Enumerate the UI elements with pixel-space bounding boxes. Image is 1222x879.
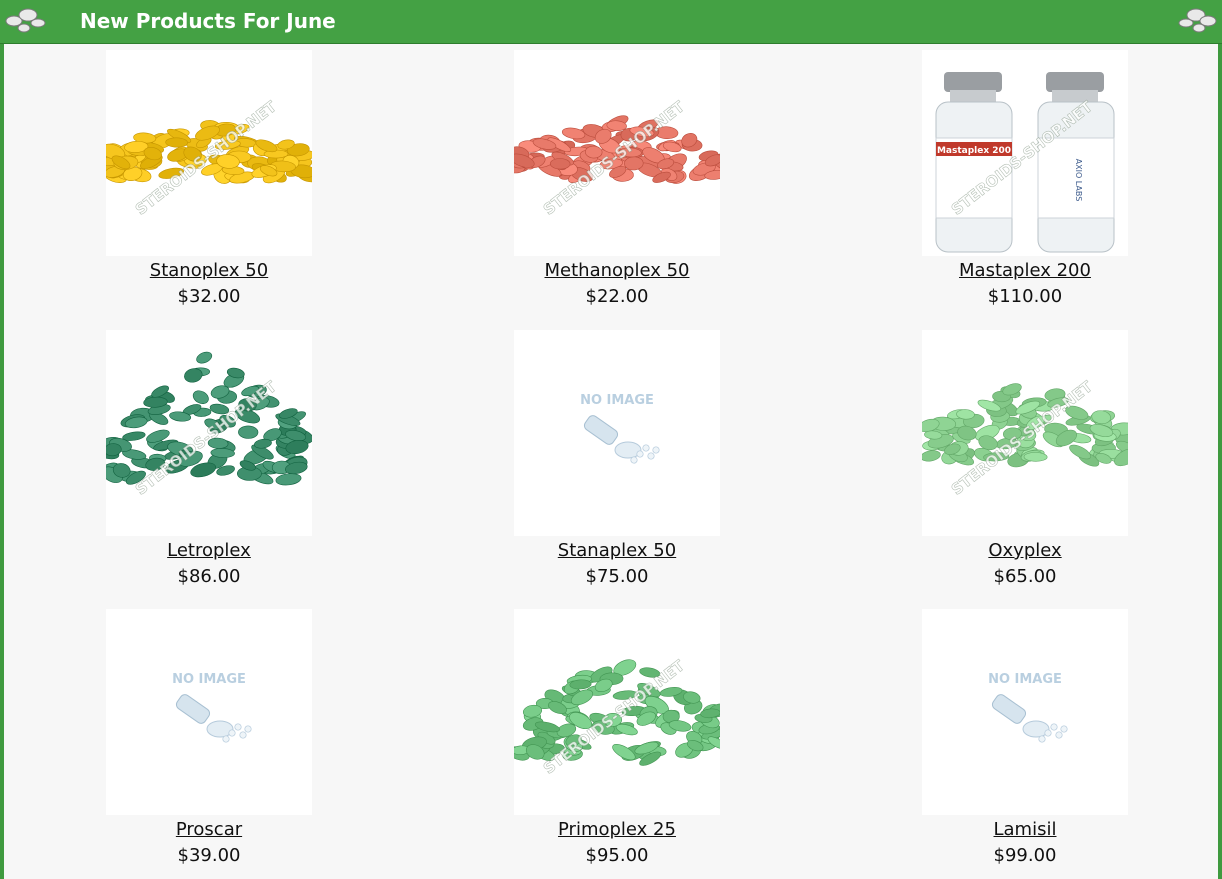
svg-text:NO IMAGE: NO IMAGE — [988, 672, 1062, 687]
product-image[interactable]: STEROIDS-SHOP.NET — [106, 50, 312, 256]
svg-text:AXIO LABS: AXIO LABS — [1074, 159, 1083, 202]
product-image[interactable]: Mastaplex 200AXIO LABSSTEROIDS-SHOP.NET — [922, 50, 1128, 256]
product-name-link[interactable]: Mastaplex 200 — [835, 258, 1215, 284]
product-image[interactable]: NO IMAGE — [922, 609, 1128, 815]
product-card: Mastaplex 200 AXIO LABS STEROIDS-SHOP.NET … — [835, 50, 1215, 310]
decoration-corner-icon — [5, 8, 46, 33]
product-image[interactable]: NO IMAGE — [514, 330, 720, 536]
product-price: $32.00 — [177, 286, 241, 307]
box-title: New Products For June — [80, 9, 336, 33]
product-image[interactable]: STEROIDS-SHOP.NET — [106, 330, 312, 536]
product-price: $86.00 — [177, 566, 241, 587]
svg-text:NO IMAGE: NO IMAGE — [580, 393, 654, 408]
product-image[interactable]: STEROIDS-SHOP.NET — [922, 330, 1128, 536]
product-card: NO IMAGE Lamisil $99.00 — [835, 609, 1215, 869]
product-price: $95.00 — [585, 845, 649, 866]
product-name-link[interactable]: Oxyplex — [835, 538, 1215, 564]
product-price: $39.00 — [177, 845, 241, 866]
product-card: STEROIDS-SHOP.NET Stanoplex 50 $32.00 — [19, 50, 399, 310]
product-name-link[interactable]: Proscar — [19, 817, 399, 843]
product-card: STEROIDS-SHOP.NET Letroplex $86.00 — [19, 330, 399, 590]
box-header: New Products For June — [0, 0, 1222, 44]
product-image[interactable]: STEROIDS-SHOP.NET — [514, 50, 720, 256]
product-price: $75.00 — [585, 566, 649, 587]
product-name-link[interactable]: Letroplex — [19, 538, 399, 564]
product-image[interactable]: STEROIDS-SHOP.NET — [514, 609, 720, 815]
product-card: NO IMAGE Stanaplex 50 $75.00 — [427, 330, 807, 590]
product-name-link[interactable]: Lamisil — [835, 817, 1215, 843]
product-name-link[interactable]: Stanaplex 50 — [427, 538, 807, 564]
decoration-corner-icon — [1178, 8, 1217, 33]
product-image[interactable]: NO IMAGE — [106, 609, 312, 815]
svg-text:NO IMAGE: NO IMAGE — [172, 672, 246, 687]
product-name-link[interactable]: Methanoplex 50 — [427, 258, 807, 284]
product-card: STEROIDS-SHOP.NET Oxyplex $65.00 — [835, 330, 1215, 590]
product-price: $22.00 — [585, 286, 649, 307]
product-price: $65.00 — [993, 566, 1057, 587]
product-name-link[interactable]: Primoplex 25 — [427, 817, 807, 843]
product-price: $99.00 — [993, 845, 1057, 866]
product-grid: STEROIDS-SHOP.NET Stanoplex 50 $32.00 ST… — [4, 43, 1218, 879]
product-card: STEROIDS-SHOP.NET Primoplex 25 $95.00 — [427, 609, 807, 869]
svg-text:Mastaplex 200: Mastaplex 200 — [937, 146, 1011, 156]
product-card: NO IMAGE Proscar $39.00 — [19, 609, 399, 869]
product-card: STEROIDS-SHOP.NET Methanoplex 50 $22.00 — [427, 50, 807, 310]
product-price: $110.00 — [987, 286, 1063, 307]
product-name-link[interactable]: Stanoplex 50 — [19, 258, 399, 284]
